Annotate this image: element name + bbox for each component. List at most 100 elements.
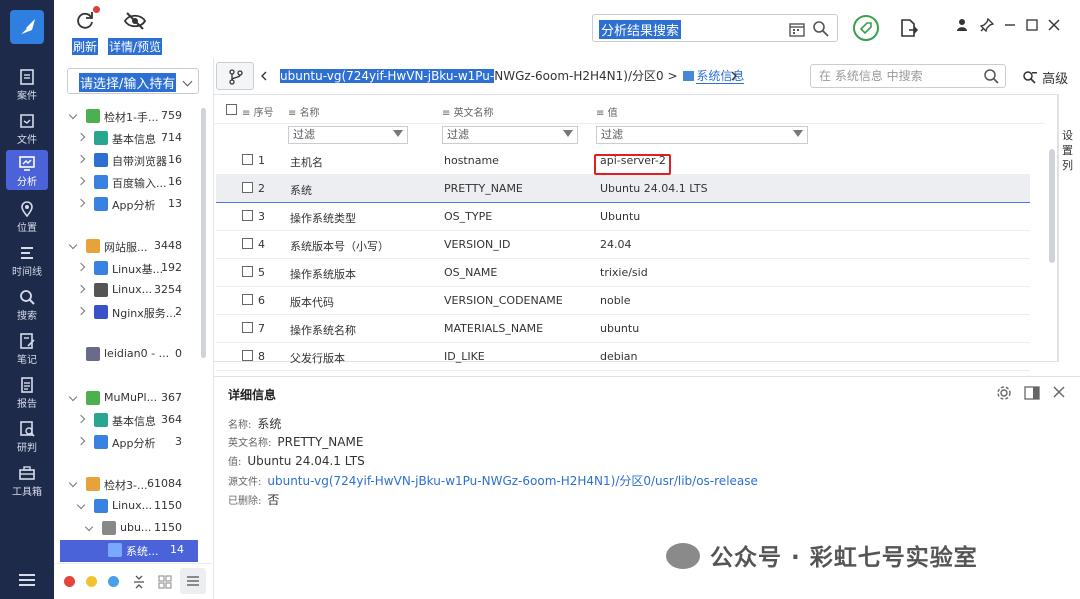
tree-item[interactable]: Linux基... 192 xyxy=(62,258,192,280)
table-row[interactable]: 5 操作系统版本 OS_NAME trixie/sid xyxy=(216,259,1030,287)
row-checkbox[interactable] xyxy=(242,294,253,305)
rail-timeline[interactable]: 时间线 xyxy=(0,240,54,280)
tree-item[interactable]: Linux... 1150 xyxy=(62,496,192,518)
chevron-right-icon[interactable] xyxy=(76,436,86,446)
tab-search-input[interactable] xyxy=(810,64,1006,88)
close-icon[interactable] xyxy=(1052,385,1066,399)
tree-item[interactable]: MuMuPl... 367 xyxy=(62,388,192,410)
rail-search[interactable]: 搜索 xyxy=(0,284,54,324)
rail-toolbox[interactable]: 工具箱 xyxy=(0,460,54,500)
collapse-icon[interactable] xyxy=(132,574,146,590)
tree-item[interactable]: 基本信息 714 xyxy=(62,128,192,150)
menu-icon[interactable] xyxy=(19,574,35,586)
minimize-icon[interactable] xyxy=(1004,18,1016,32)
row-checkbox[interactable] xyxy=(242,182,253,193)
rail-analysis[interactable]: 分析 xyxy=(6,150,48,190)
rail-location[interactable]: 位置 xyxy=(0,196,54,236)
yellow-dot-icon[interactable] xyxy=(86,576,97,587)
column-settings-tab[interactable]: 设置列 xyxy=(1058,94,1080,362)
chevron-right-icon[interactable] xyxy=(76,284,86,294)
chevron-right-icon[interactable] xyxy=(730,71,738,81)
rail-note[interactable]: 笔记 xyxy=(0,328,54,368)
row-checkbox[interactable] xyxy=(242,154,253,165)
rail-report[interactable]: 报告 xyxy=(0,372,54,412)
select-all-checkbox[interactable] xyxy=(226,104,237,115)
chevron-left-icon[interactable] xyxy=(260,71,268,81)
filter-icon[interactable] xyxy=(393,130,403,137)
row-checkbox[interactable] xyxy=(242,322,253,333)
table-row[interactable]: 3 操作系统类型 OS_TYPE Ubuntu xyxy=(216,203,1030,231)
chevron-right-icon[interactable] xyxy=(76,154,86,164)
tree-item[interactable]: 基本信息 364 xyxy=(62,410,192,432)
table-row[interactable]: 8 父发行版本 ID_LIKE debian xyxy=(216,343,1030,371)
chevron-right-icon[interactable] xyxy=(76,198,86,208)
result-search-input[interactable]: 分析结果搜索 xyxy=(592,14,838,42)
pin-icon[interactable] xyxy=(980,18,994,32)
tree-item[interactable]: 百度输入... 16 xyxy=(62,172,192,194)
filter-icon[interactable] xyxy=(563,130,573,137)
calendar-icon[interactable] xyxy=(789,21,805,37)
table-row[interactable]: 7 操作系统名称 MATERIALS_NAME ubuntu xyxy=(216,315,1030,343)
tab-search-field[interactable] xyxy=(811,65,971,87)
tree-item[interactable]: App分析 13 xyxy=(62,194,192,216)
details-button[interactable]: 详情/预览 xyxy=(108,8,163,55)
chevron-right-icon[interactable] xyxy=(76,176,86,186)
chevron-down-icon[interactable] xyxy=(84,522,94,532)
table-row[interactable]: 4 系统版本号（小写） VERSION_ID 24.04 xyxy=(216,231,1030,259)
branch-button[interactable] xyxy=(216,62,254,90)
row-checkbox[interactable] xyxy=(242,266,253,277)
red-dot-icon[interactable] xyxy=(64,576,75,587)
rail-file[interactable]: 文件 xyxy=(0,108,54,148)
chevron-right-icon[interactable] xyxy=(76,306,86,316)
tag-icon[interactable] xyxy=(852,14,880,42)
maximize-icon[interactable] xyxy=(1026,18,1039,32)
user-icon[interactable] xyxy=(956,18,968,32)
source-file-link[interactable]: ubuntu-vg(724yif-HwVN-jBku-w1Pu-NWGz-6oo… xyxy=(267,474,758,488)
rail-judge[interactable]: 研判 xyxy=(0,416,54,456)
chevron-down-icon[interactable] xyxy=(68,110,78,120)
chevron-right-icon[interactable] xyxy=(76,414,86,424)
chevron-right-icon[interactable] xyxy=(76,132,86,142)
row-checkbox[interactable] xyxy=(242,238,253,249)
chevron-down-icon[interactable] xyxy=(76,500,86,510)
search-icon[interactable] xyxy=(983,68,999,84)
export-icon[interactable] xyxy=(900,18,918,38)
tree-scrollbar[interactable] xyxy=(201,108,206,358)
table-row[interactable]: 2 系统 PRETTY_NAME Ubuntu 24.04.1 LTS xyxy=(216,175,1030,203)
gear-icon[interactable] xyxy=(996,385,1012,401)
grid-view-icon[interactable] xyxy=(158,575,172,589)
header-index[interactable]: ≡ 序号 xyxy=(242,104,282,119)
grid-scrollbar[interactable] xyxy=(1049,149,1055,263)
tree-item[interactable]: 网站服... 3448 xyxy=(62,236,192,258)
filter-value[interactable]: 过滤 xyxy=(596,126,808,144)
holder-select[interactable]: 请选择/输入持有 xyxy=(67,68,199,94)
close-icon[interactable] xyxy=(1048,18,1061,32)
tree-item[interactable]: 系统... 14 xyxy=(60,540,198,562)
tree-item[interactable]: App分析 3 xyxy=(62,432,192,454)
table-row[interactable]: 6 版本代码 VERSION_CODENAME noble xyxy=(216,287,1030,315)
filter-en-name[interactable]: 过滤 xyxy=(442,126,578,144)
blue-dot-icon[interactable] xyxy=(108,576,119,587)
tree-item[interactable]: 检材1-手... 759 xyxy=(62,106,192,128)
chevron-right-icon[interactable] xyxy=(76,262,86,272)
tree-item[interactable]: 检材3-... 61084 xyxy=(62,474,192,496)
rail-case[interactable]: 案件 xyxy=(0,64,54,104)
chevron-down-icon[interactable] xyxy=(68,392,78,402)
chevron-down-icon[interactable] xyxy=(68,478,78,488)
search-icon[interactable] xyxy=(812,20,829,37)
tree-item[interactable]: ubu... 1150 xyxy=(62,518,192,540)
filter-name[interactable]: 过滤 xyxy=(288,126,408,144)
refresh-button[interactable]: 刷新 xyxy=(72,6,100,55)
table-row[interactable]: 1 主机名 hostname api-server-2 xyxy=(216,147,1030,175)
list-view-button[interactable] xyxy=(180,568,206,594)
advanced-search-button[interactable]: 高级 xyxy=(1022,68,1068,87)
row-checkbox[interactable] xyxy=(242,210,253,221)
tree-item[interactable]: Linux... 3254 xyxy=(62,280,192,302)
panel-toggle-icon[interactable] xyxy=(1024,385,1040,401)
tree-item[interactable]: leidian0 - ... 0 xyxy=(62,344,192,366)
breadcrumb[interactable]: ubuntu-vg(724yif-HwVN-jBku-w1Pu-NWGz-6oo… xyxy=(280,67,745,84)
tree-item[interactable]: 自带浏览器 16 xyxy=(62,150,192,172)
chevron-down-icon[interactable] xyxy=(68,240,78,250)
tree-item[interactable]: Nginx服务... 2 xyxy=(62,302,192,324)
row-checkbox[interactable] xyxy=(242,350,253,361)
